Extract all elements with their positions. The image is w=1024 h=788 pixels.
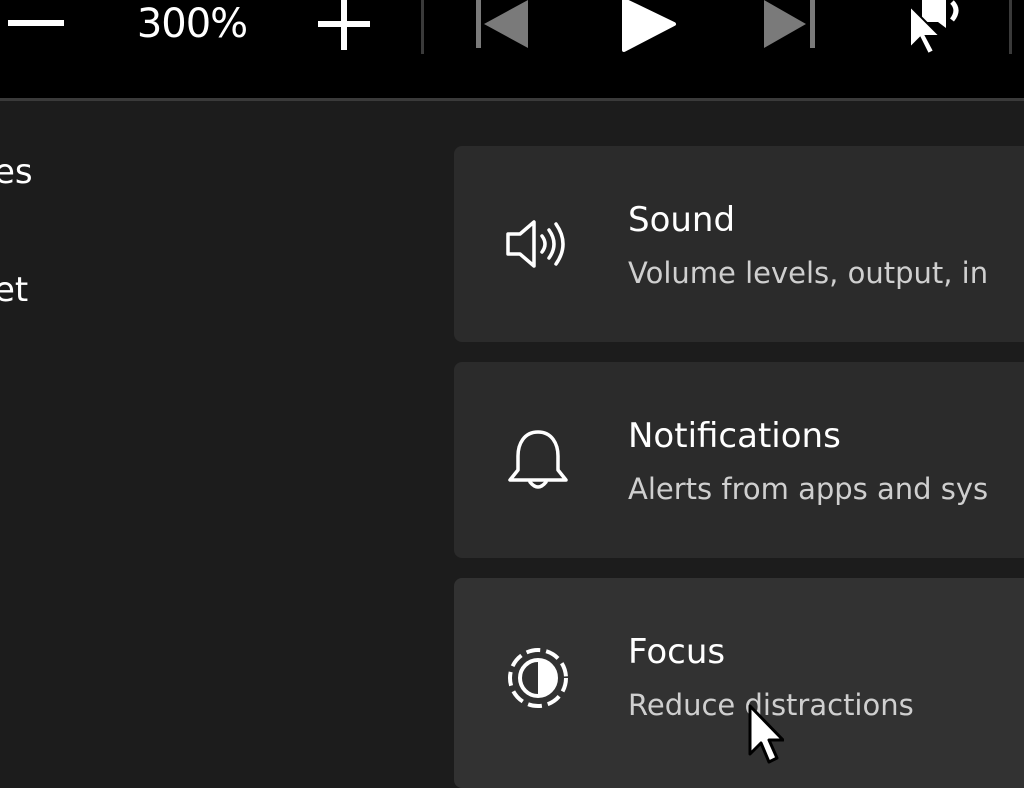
sidebar-item[interactable]: es bbox=[0, 152, 33, 192]
card-subtitle: Alerts from apps and sys bbox=[628, 472, 989, 506]
card-subtitle: Volume levels, output, in bbox=[628, 256, 989, 290]
zoom-level: 300% bbox=[136, 1, 248, 47]
previous-button[interactable] bbox=[470, 0, 534, 52]
card-title: Focus bbox=[628, 632, 726, 672]
speaker-icon bbox=[909, 0, 959, 56]
settings-card-focus[interactable]: Focus Reduce distractions bbox=[454, 578, 1024, 788]
previous-icon bbox=[476, 0, 528, 48]
play-icon bbox=[622, 0, 676, 52]
focus-icon bbox=[508, 648, 568, 708]
play-button[interactable] bbox=[616, 0, 680, 52]
minus-icon bbox=[8, 20, 64, 26]
speaker-icon bbox=[506, 220, 565, 268]
sidebar-item[interactable]: et bbox=[0, 270, 28, 310]
mouse-pointer-icon bbox=[748, 704, 784, 764]
settings-card-sound[interactable]: Sound Volume levels, output, in bbox=[454, 146, 1024, 342]
next-icon bbox=[764, 0, 815, 48]
toolbar-divider bbox=[421, 0, 424, 54]
settings-card-notifications[interactable]: Notifications Alerts from apps and sys bbox=[454, 362, 1024, 558]
zoom-in-button[interactable] bbox=[312, 0, 376, 52]
zoom-out-button[interactable] bbox=[0, 0, 70, 48]
toolbar-divider bbox=[1009, 0, 1012, 54]
card-title: Notifications bbox=[628, 416, 841, 456]
card-title: Sound bbox=[628, 200, 736, 240]
magnifier-toolbar: 300% bbox=[0, 0, 1024, 101]
next-button[interactable] bbox=[758, 0, 822, 52]
bell-icon bbox=[508, 430, 568, 489]
plus-icon bbox=[318, 0, 370, 50]
read-aloud-button[interactable] bbox=[900, 0, 974, 56]
